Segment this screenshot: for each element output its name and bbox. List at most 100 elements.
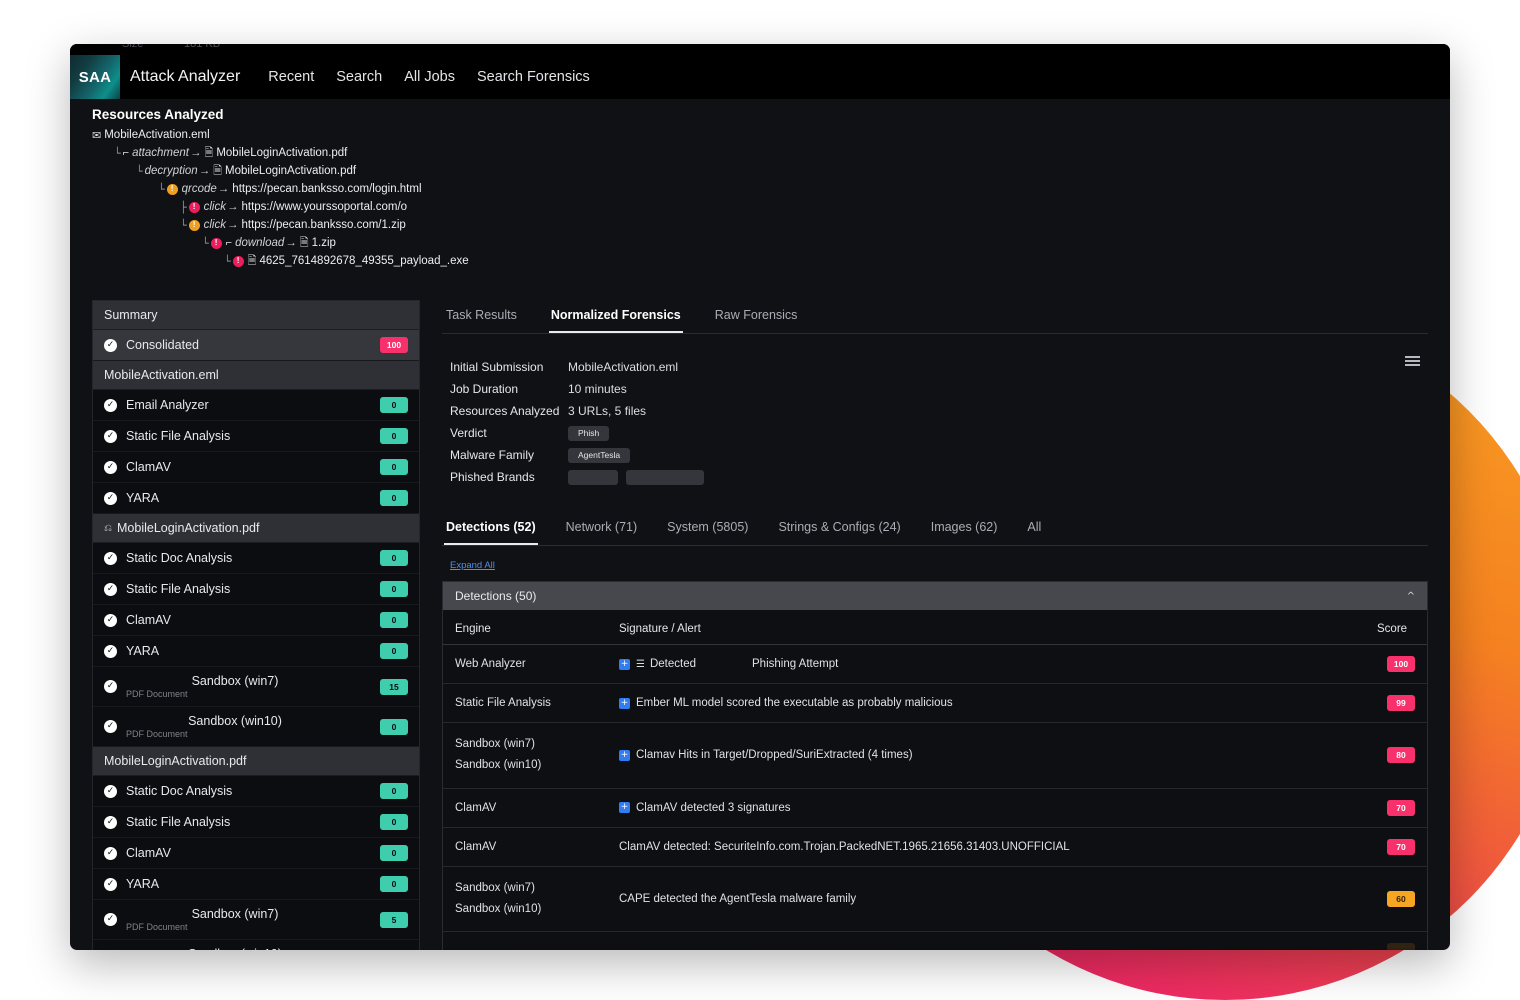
tree-node[interactable]: └! click → https://pecan.banksso.com/1.zip xyxy=(92,216,1450,234)
sidebar-item-sandbox-win7-[interactable]: ✓ Sandbox (win7) PDF Document 15 xyxy=(93,667,419,707)
top-navbar: SAA Attack Analyzer Recent Search All Jobs… xyxy=(70,55,1450,99)
tree-node[interactable]: └ decryption → 🗎 MobileLoginActivation.pdf xyxy=(92,162,1450,180)
detection-engine-name: ClamAV xyxy=(455,840,497,853)
sidebar-item-label: YARA xyxy=(126,877,160,891)
tree-node[interactable]: ├! click → https://www.yourssoportal.com/o xyxy=(92,198,1450,216)
sidebar-item-static-file-analysis[interactable]: ✓ Static File Analysis 0 xyxy=(93,574,419,605)
detection-row[interactable]: ClamAV + ClamAV detected 3 signatures 70 xyxy=(443,788,1427,828)
detections-accordion-header[interactable]: Detections (50) ^ xyxy=(443,582,1427,610)
sidebar-item-clamav[interactable]: ✓ ClamAV 0 xyxy=(93,605,419,636)
score-badge: 0 xyxy=(380,783,408,799)
tree-node[interactable]: └! ⌐ download → 🗎 1.zip xyxy=(92,234,1450,252)
clipped-size-value: 181 KB xyxy=(184,44,221,50)
sidebar-item-static-file-analysis[interactable]: ✓ Static File Analysis 0 xyxy=(93,421,419,452)
sidebar-item-yara[interactable]: ✓ YARA 0 xyxy=(93,636,419,667)
nav-link-search-forensics[interactable]: Search Forensics xyxy=(477,69,590,85)
detections-accordion: Detections (50) ^ Engine Signature / Ale… xyxy=(442,581,1428,950)
tree-node[interactable]: └! qrcode → https://pecan.banksso.com/login… xyxy=(92,180,1450,198)
expand-plus-icon[interactable]: + xyxy=(619,749,630,761)
expand-plus-icon[interactable]: + xyxy=(619,658,630,670)
detection-row[interactable]: ClamAV ClamAV detected: SecuriteInfo.com.… xyxy=(443,827,1427,867)
category-tab-system-5805-[interactable]: System (5805) xyxy=(665,516,750,545)
summary-key: Resources Analyzed xyxy=(450,404,560,418)
sidebar-item-sandbox-win10-[interactable]: ✓Sandbox (win10)PDF Document0 xyxy=(93,707,419,747)
detection-score-cell: 70 xyxy=(1369,827,1427,867)
sidebar-item-label: Consolidated xyxy=(126,338,199,352)
sidebar-group-header[interactable]: ⎌ MobileLoginActivation.pdf xyxy=(93,514,419,543)
detection-row[interactable]: Web Analyzer + ☰ Detected Phishing Attempt 10… xyxy=(443,644,1427,684)
detection-row[interactable]: Sandbox (win7) Sandbox (win10) + Clamav Hit… xyxy=(443,722,1427,789)
sidebar-group-label: MobileActivation.eml xyxy=(104,368,219,382)
tab-normalized-forensics[interactable]: Normalized Forensics xyxy=(548,300,683,333)
sidebar-item-consolidated[interactable]: ✓ Consolidated 100 xyxy=(93,330,419,361)
sidebar-item-static-doc-analysis[interactable]: ✓ Static Doc Analysis 0 xyxy=(93,543,419,574)
category-tab-all[interactable]: All xyxy=(1025,516,1043,545)
sidebar-item-clamav[interactable]: ✓ ClamAV 0 xyxy=(93,452,419,483)
resource-tree: ✉ MobileActivation.eml └ ⌐ attachment → 🗎 Mobil… xyxy=(92,126,1450,270)
sidebar-item-clamav[interactable]: ✓ ClamAV 0 xyxy=(93,838,419,869)
sidebar-item-static-doc-analysis[interactable]: ✓ Static Doc Analysis 0 xyxy=(93,776,419,807)
sidebar-item-label: Static File Analysis xyxy=(126,815,231,829)
tree-node[interactable]: └ ⌐ attachment → 🗎 MobileLoginActivation.pdf xyxy=(92,144,1450,162)
sidebar-item-yara[interactable]: ✓ YARA 0 xyxy=(93,483,419,514)
tree-node[interactable]: └! 🗎 4625_7614892678_49355_payload_.exe xyxy=(92,252,1450,270)
detection-row[interactable]: Sandbox (win7) Sandbox (win10) CAPE detect… xyxy=(443,866,1427,933)
menu-line-1 xyxy=(1405,356,1420,358)
clipped-metadata-strip: Size 181 KB xyxy=(70,44,1450,55)
detection-alert: Phishing Attempt xyxy=(752,658,839,670)
sidebar-item-sandbox-win7-[interactable]: ✓ Sandbox (win7) PDF Document 5 xyxy=(93,900,419,940)
sidebar-group-header[interactable]: Summary xyxy=(93,301,419,330)
sidebar-item-static-file-analysis[interactable]: ✓ Static File Analysis 0 xyxy=(93,807,419,838)
check-icon: ✓ xyxy=(104,815,117,829)
detection-signature: CAPE detected the AgentTesla malware fam… xyxy=(619,892,857,905)
expand-all-link[interactable]: Expand All xyxy=(442,546,503,581)
chevron-up-icon[interactable]: ^ xyxy=(1407,591,1415,602)
sidebar-group-header[interactable]: MobileActivation.eml xyxy=(93,361,419,390)
score-badge: 0 xyxy=(380,459,408,475)
detection-score-cell: 80 xyxy=(1369,722,1427,789)
tree-node[interactable]: ✉ MobileActivation.eml xyxy=(92,126,1450,144)
nav-link-all-jobs[interactable]: All Jobs xyxy=(404,69,455,85)
detection-score-badge: 70 xyxy=(1387,838,1415,855)
expand-plus-icon[interactable]: + xyxy=(619,697,630,709)
sidebar-item-label: Sandbox (win10) xyxy=(126,947,380,950)
detection-score-badge: 70 xyxy=(1387,799,1415,816)
sidebar-item-subtitle: PDF Document xyxy=(126,922,188,932)
detections-body: Web Analyzer + ☰ Detected Phishing Attempt 10… xyxy=(443,644,1427,950)
category-tab-strings-configs-24-[interactable]: Strings & Configs (24) xyxy=(776,516,902,545)
tree-relation-label: attachment xyxy=(132,147,189,159)
tree-node-label: https://pecan.banksso.com/1.zip xyxy=(241,219,406,231)
tab-raw-forensics[interactable]: Raw Forensics xyxy=(713,300,800,333)
nav-link-search[interactable]: Search xyxy=(336,69,382,85)
category-tab-images-62-[interactable]: Images (62) xyxy=(929,516,1000,545)
detection-row[interactable]: Static File Analysis + Ember ML model scor… xyxy=(443,683,1427,723)
nav-link-recent[interactable]: Recent xyxy=(268,69,314,85)
summary-rows: Initial Submission MobileActivation.eml Jo… xyxy=(450,356,1428,488)
detection-engine-cell: ClamAV xyxy=(443,788,611,828)
sidebar-item-subtitle: PDF Document xyxy=(126,729,188,739)
category-tab-detections-52-[interactable]: Detections (52) xyxy=(444,516,538,545)
expand-plus-icon[interactable]: + xyxy=(619,802,630,814)
menu-icon[interactable] xyxy=(1405,356,1420,366)
menu-line-3 xyxy=(1405,364,1420,366)
sidebar-item-label: YARA xyxy=(126,644,160,658)
score-badge: 100 xyxy=(380,337,408,353)
category-tab-network-71-[interactable]: Network (71) xyxy=(564,516,640,545)
category-tabs: Detections (52) Network (71) System (5805)… xyxy=(442,516,1428,546)
nav-links: Recent Search All Jobs Search Forensics xyxy=(268,69,590,85)
detection-score-cell: 70 xyxy=(1369,788,1427,828)
tab-task-results[interactable]: Task Results xyxy=(444,300,519,333)
app-logo[interactable]: SAA xyxy=(70,55,120,99)
sidebar-item-sandbox-win10-[interactable]: ✓Sandbox (win10)PDF Document0 xyxy=(93,940,419,950)
detections-expand-bar: ⌄ Expand ⌄ xyxy=(443,947,1427,950)
check-icon: ✓ xyxy=(104,680,117,693)
lock-icon: ⌐ xyxy=(122,147,130,159)
detection-engine-cell: Sandbox (win7) Sandbox (win10) xyxy=(443,722,611,789)
detection-score-badge: 80 xyxy=(1387,747,1415,764)
sidebar-item-yara[interactable]: ✓ YARA 0 xyxy=(93,869,419,900)
alert-badge-icon: ! xyxy=(188,219,200,231)
score-badge: 0 xyxy=(380,428,408,444)
sidebar-item-email-analyzer[interactable]: ✓ Email Analyzer 0 xyxy=(93,390,419,421)
envelope-icon: ✉ xyxy=(92,129,102,142)
sidebar-group-header[interactable]: MobileLoginActivation.pdf xyxy=(93,747,419,776)
